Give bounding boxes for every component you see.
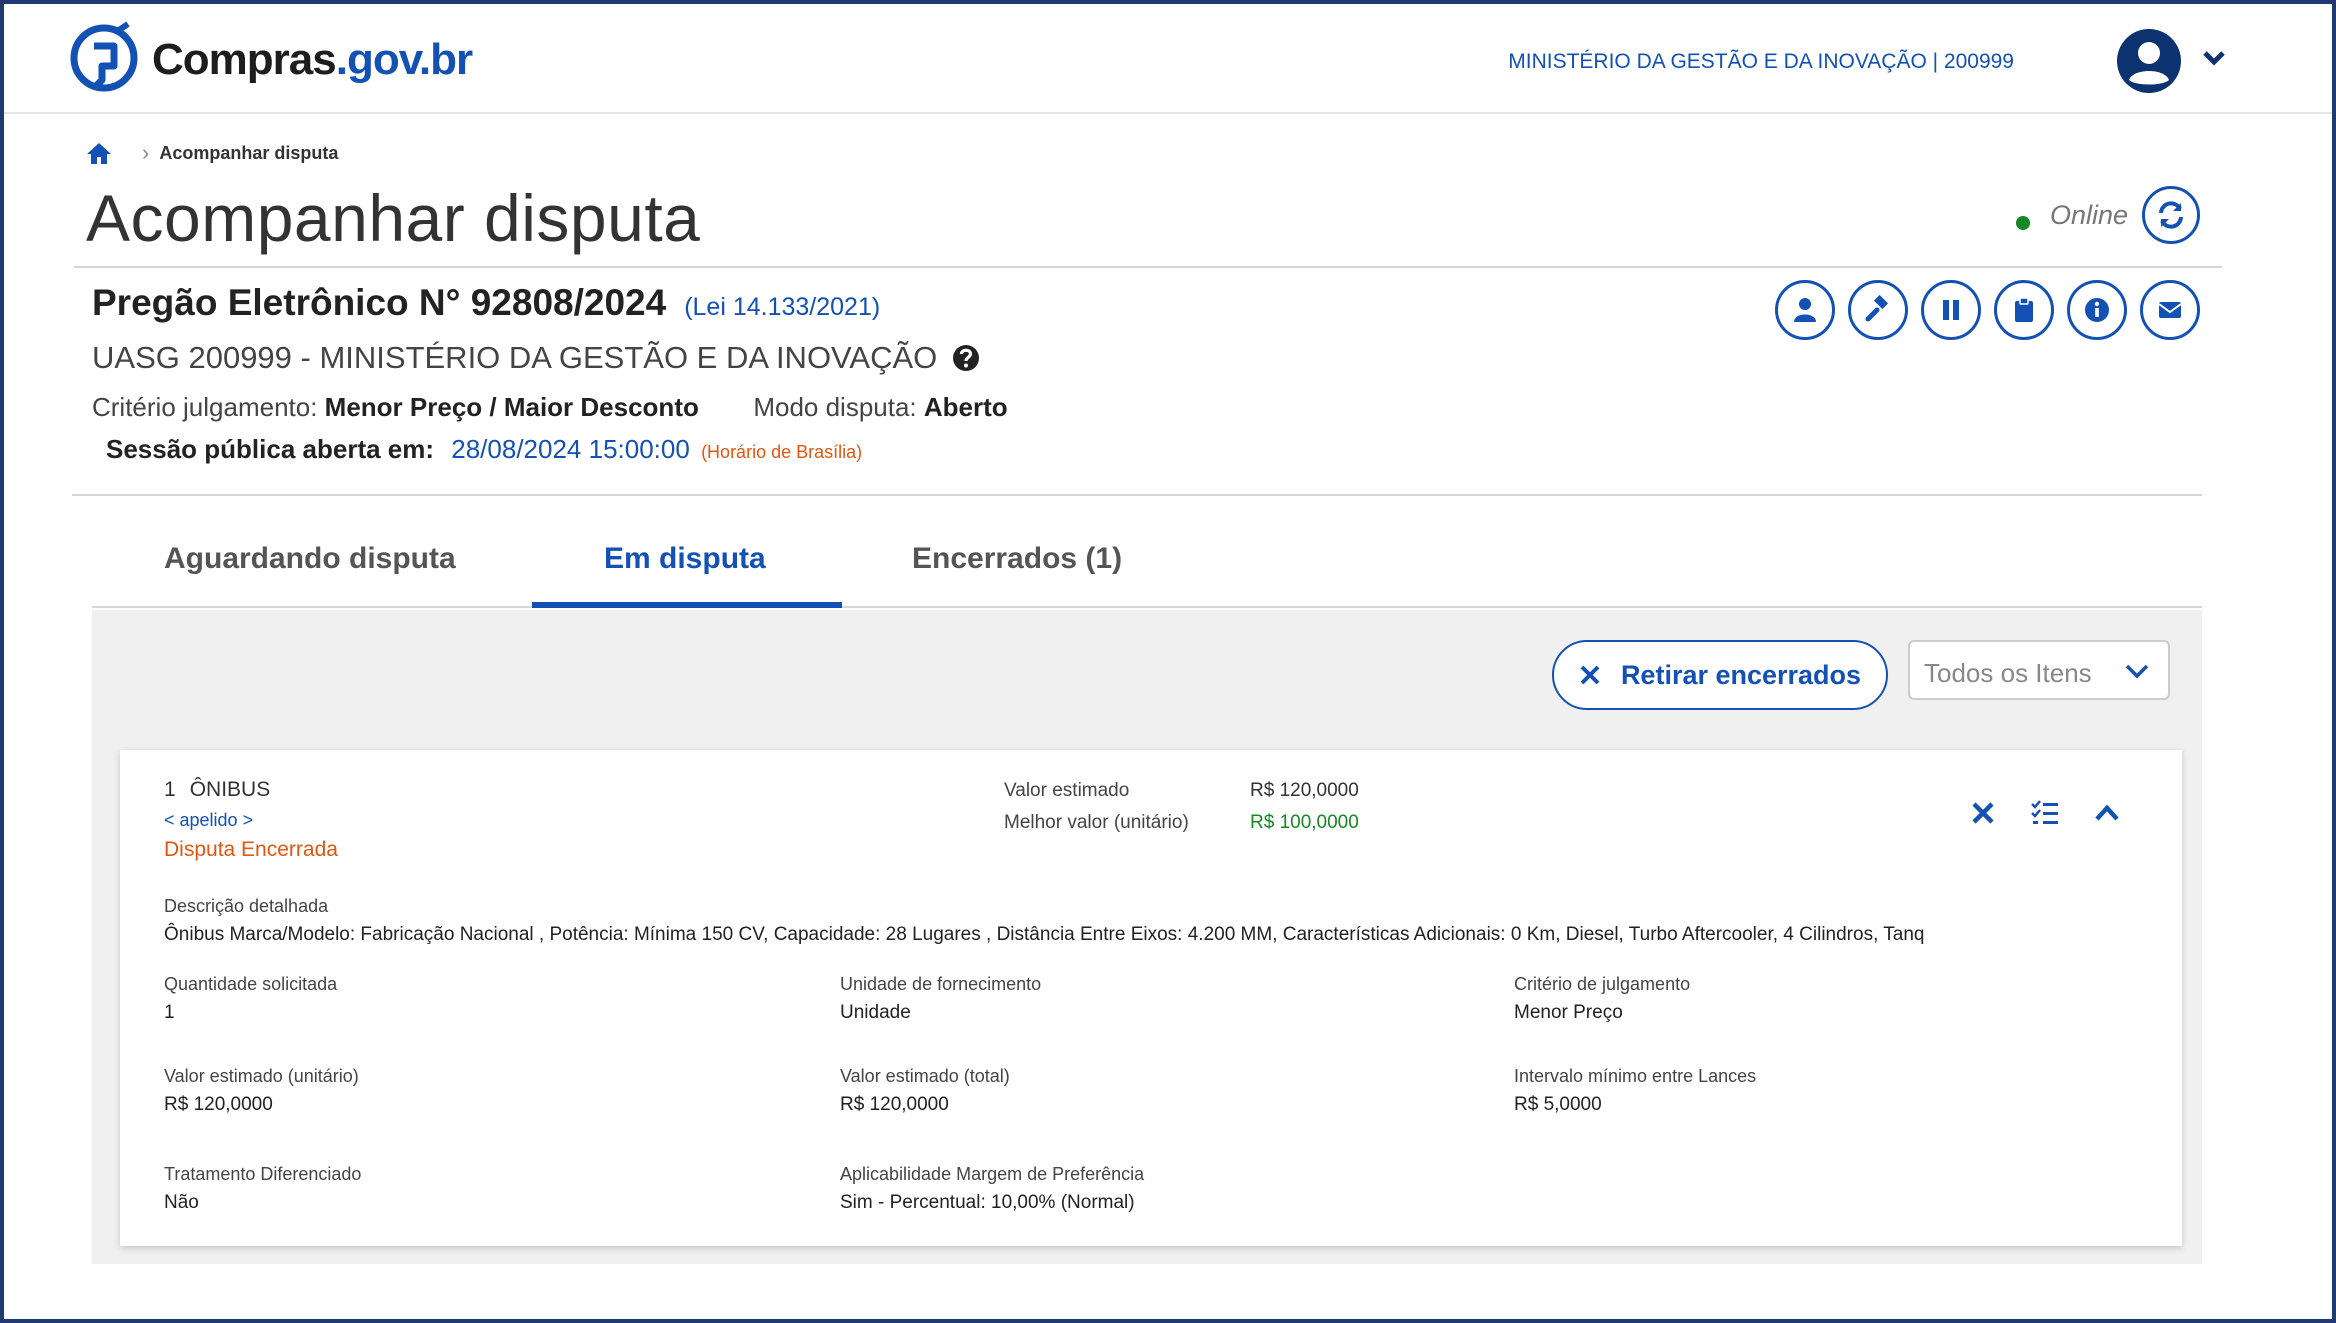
descricao-label: Descrição detalhada [164,896,329,916]
criterio-julgamento-value: Menor Preço [1514,1002,1623,1023]
quantidade-label: Quantidade solicitada [164,974,338,994]
items-filter-select[interactable]: Todos os Itens [1908,640,2170,700]
breadcrumb-current: Acompanhar disputa [159,142,339,163]
law-link[interactable]: (Lei 14.133/2021) [684,293,880,321]
connection-status: Online [2015,200,2128,231]
item-title: 1 ÔNIBUS [164,778,270,802]
criterio-julgamento-label: Critério de julgamento [1514,974,1691,994]
valor-total-value: R$ 120,0000 [840,1094,949,1115]
tab-encerrados[interactable]: Encerrados (1) [912,542,1122,576]
action-buttons [1775,280,2200,340]
top-header: Compras.gov.br MINISTÉRIO DA GESTÃO E DA… [4,4,2332,114]
valor-unitario-value: R$ 120,0000 [164,1094,273,1115]
item-status: Disputa Encerrada [164,838,338,861]
question-circle-icon[interactable] [951,343,981,373]
melhor-valor-value: R$ 100,0000 [1250,812,1359,833]
criterio-label: Critério julgamento: [92,392,318,422]
gavel-icon [1865,295,1889,322]
valor-estimado-value: R$ 120,0000 [1250,780,1359,801]
refresh-button[interactable] [2142,186,2200,244]
clipboard-button[interactable] [1994,280,2054,340]
margem-preferencia-label: Aplicabilidade Margem de Preferência [840,1164,1145,1184]
intervalo-lances-value: R$ 5,0000 [1514,1094,1602,1115]
gavel-button[interactable] [1848,280,1908,340]
item-apelido-link[interactable]: < apelido > [164,810,253,831]
sessao-timezone: (Horário de Brasília) [701,442,863,462]
organization-label: MINISTÉRIO DA GESTÃO E DA INOVAÇÃO | 200… [1508,50,2014,73]
info-icon [2085,298,2109,322]
connection-status-label: Online [2049,200,2128,230]
tratamento-label: Tratamento Diferenciado [164,1164,362,1184]
item-card: 1 ÔNIBUS < apelido > Disputa Encerrada Va… [120,750,2182,1246]
valor-estimado-label: Valor estimado [1004,780,1130,801]
unidade-value: Unidade [840,1002,911,1023]
checklist-icon[interactable] [2030,798,2060,828]
card-actions [1968,798,2122,828]
melhor-valor-label: Melhor valor (unitário) [1004,812,1189,833]
retirar-encerrados-button[interactable]: Retirar encerrados [1552,640,1888,710]
criteria-line: Critério julgamento: Menor Preço / Maior… [92,392,1008,423]
pause-icon [1943,300,1959,320]
items-filter-value: Todos os Itens [1924,658,2092,688]
compras-logo-icon [70,21,138,92]
content-panel: Retirar encerrados Todos os Itens 1 ÔNIBU… [92,610,2202,1264]
tab-em-disputa[interactable]: Em disputa [604,542,766,576]
chevron-down-icon[interactable] [2202,48,2226,68]
online-dot-icon [2015,215,2030,230]
unidade-label: Unidade de fornecimento [840,974,1042,994]
intervalo-lances-label: Intervalo mínimo entre Lances [1514,1066,1757,1086]
item-name: ÔNIBUS [189,778,271,801]
pause-button[interactable] [1921,280,1981,340]
pregao-number: Pregão Eletrônico N° 92808/2024 [92,282,667,323]
message-button[interactable] [2140,280,2200,340]
sessao-date: 28/08/2024 15:00:00 [451,434,690,464]
home-icon[interactable] [86,141,112,165]
sessao-line: Sessão pública aberta em: 28/08/2024 15:… [106,434,862,465]
compras-logo[interactable]: Compras.gov.br [66,20,473,100]
valor-total-label: Valor estimado (total) [840,1066,1010,1086]
active-tab-indicator [532,602,842,608]
descricao-value: Ônibus Marca/Modelo: Fabricação Nacional… [164,924,1925,945]
uasg-label: UASG 200999 - MINISTÉRIO DA GESTÃO E DA … [92,340,938,375]
divider [74,266,2222,268]
tab-aguardando-disputa[interactable]: Aguardando disputa [164,542,456,576]
divider [72,494,2202,496]
close-icon [1580,665,1600,685]
user-avatar-icon[interactable] [2116,28,2182,94]
breadcrumb-separator: › [142,140,150,165]
clipboard-icon [2015,297,2033,322]
uasg-line: UASG 200999 - MINISTÉRIO DA GESTÃO E DA … [92,340,981,376]
tab-bar: Aguardando disputa Em disputa Encerrados… [92,532,2202,608]
valor-unitario-label: Valor estimado (unitário) [164,1066,359,1086]
criterio-value: Menor Preço / Maior Desconto [324,392,699,422]
envelope-icon [2158,302,2182,318]
page-title: Acompanhar disputa [86,181,701,255]
user-icon [1794,298,1816,322]
pregao-title: Pregão Eletrônico N° 92808/2024 (Lei 14.1… [92,282,880,324]
logo-text: Compras.gov.br [152,35,473,84]
breadcrumb: › Acompanhar disputa [86,140,338,166]
chevron-up-icon[interactable] [2092,798,2122,828]
sessao-label: Sessão pública aberta em: [106,434,435,464]
close-icon[interactable] [1968,798,1998,828]
info-button[interactable] [2067,280,2127,340]
item-number: 1 [164,778,176,801]
participants-button[interactable] [1775,280,1835,340]
retirar-encerrados-label: Retirar encerrados [1620,659,1862,690]
chevron-down-icon [2125,664,2149,679]
tratamento-value: Não [164,1192,199,1213]
quantidade-value: 1 [164,1002,175,1023]
modo-label: Modo disputa: [753,392,917,422]
margem-preferencia-value: Sim - Percentual: 10,00% (Normal) [840,1192,1135,1213]
modo-value: Aberto [923,392,1008,422]
refresh-icon [2159,201,2183,229]
